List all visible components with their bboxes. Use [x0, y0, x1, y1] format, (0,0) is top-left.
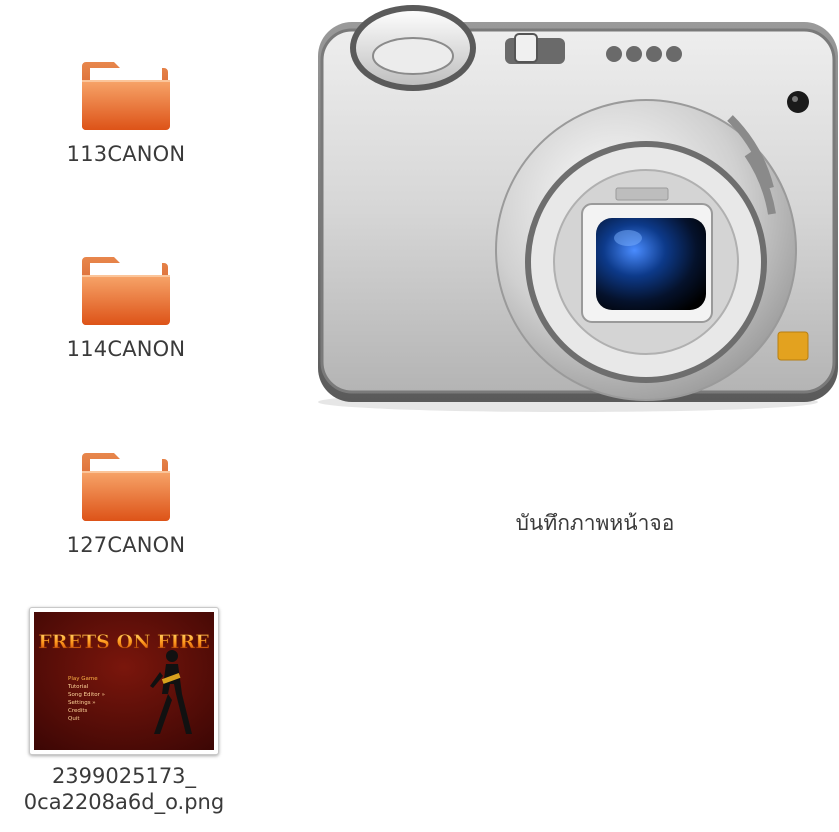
- camera-device-item[interactable]: [300, 0, 839, 420]
- desktop: 113CANON 114CANON 127CANON FRETS ON FIRE…: [0, 0, 839, 832]
- folder-127canon[interactable]: 127CANON: [56, 447, 196, 558]
- thumbnail-title: FRETS ON FIRE: [38, 631, 209, 653]
- folder-icon: [82, 257, 170, 325]
- folder-label: 113CANON: [66, 142, 186, 166]
- thumbnail-menu-item: Play Game: [68, 676, 98, 682]
- image-file-item[interactable]: FRETS ON FIRE Play Game Tutorial Song Ed…: [10, 607, 238, 815]
- camera-device-label: บันทึกภาพหน้าจอ: [515, 511, 675, 535]
- camera-icon: [318, 5, 838, 412]
- folder-icon: [82, 62, 170, 130]
- file-name-line1: 2399025173_: [51, 764, 197, 788]
- file-name-line2: 0ca2208a6d_o.png: [23, 790, 225, 814]
- file-label: 2399025173_ 0ca2208a6d_o.png: [24, 763, 224, 815]
- folder-label: 114CANON: [66, 337, 186, 361]
- thumbnail-preview: FRETS ON FIRE Play Game Tutorial Song Ed…: [34, 612, 214, 750]
- thumbnail-menu-item: Credits: [68, 708, 88, 714]
- folder-113canon[interactable]: 113CANON: [56, 56, 196, 167]
- thumbnail-menu-item: Settings »: [68, 700, 96, 706]
- folder-icon: [82, 453, 170, 521]
- thumbnail-menu-item: Quit: [68, 716, 80, 722]
- image-thumbnail: FRETS ON FIRE Play Game Tutorial Song Ed…: [29, 607, 219, 755]
- thumbnail-menu-item: Tutorial: [67, 684, 89, 690]
- folder-label: 127CANON: [66, 533, 186, 557]
- thumbnail-menu-item: Song Editor »: [68, 692, 105, 698]
- folder-114canon[interactable]: 114CANON: [56, 251, 196, 362]
